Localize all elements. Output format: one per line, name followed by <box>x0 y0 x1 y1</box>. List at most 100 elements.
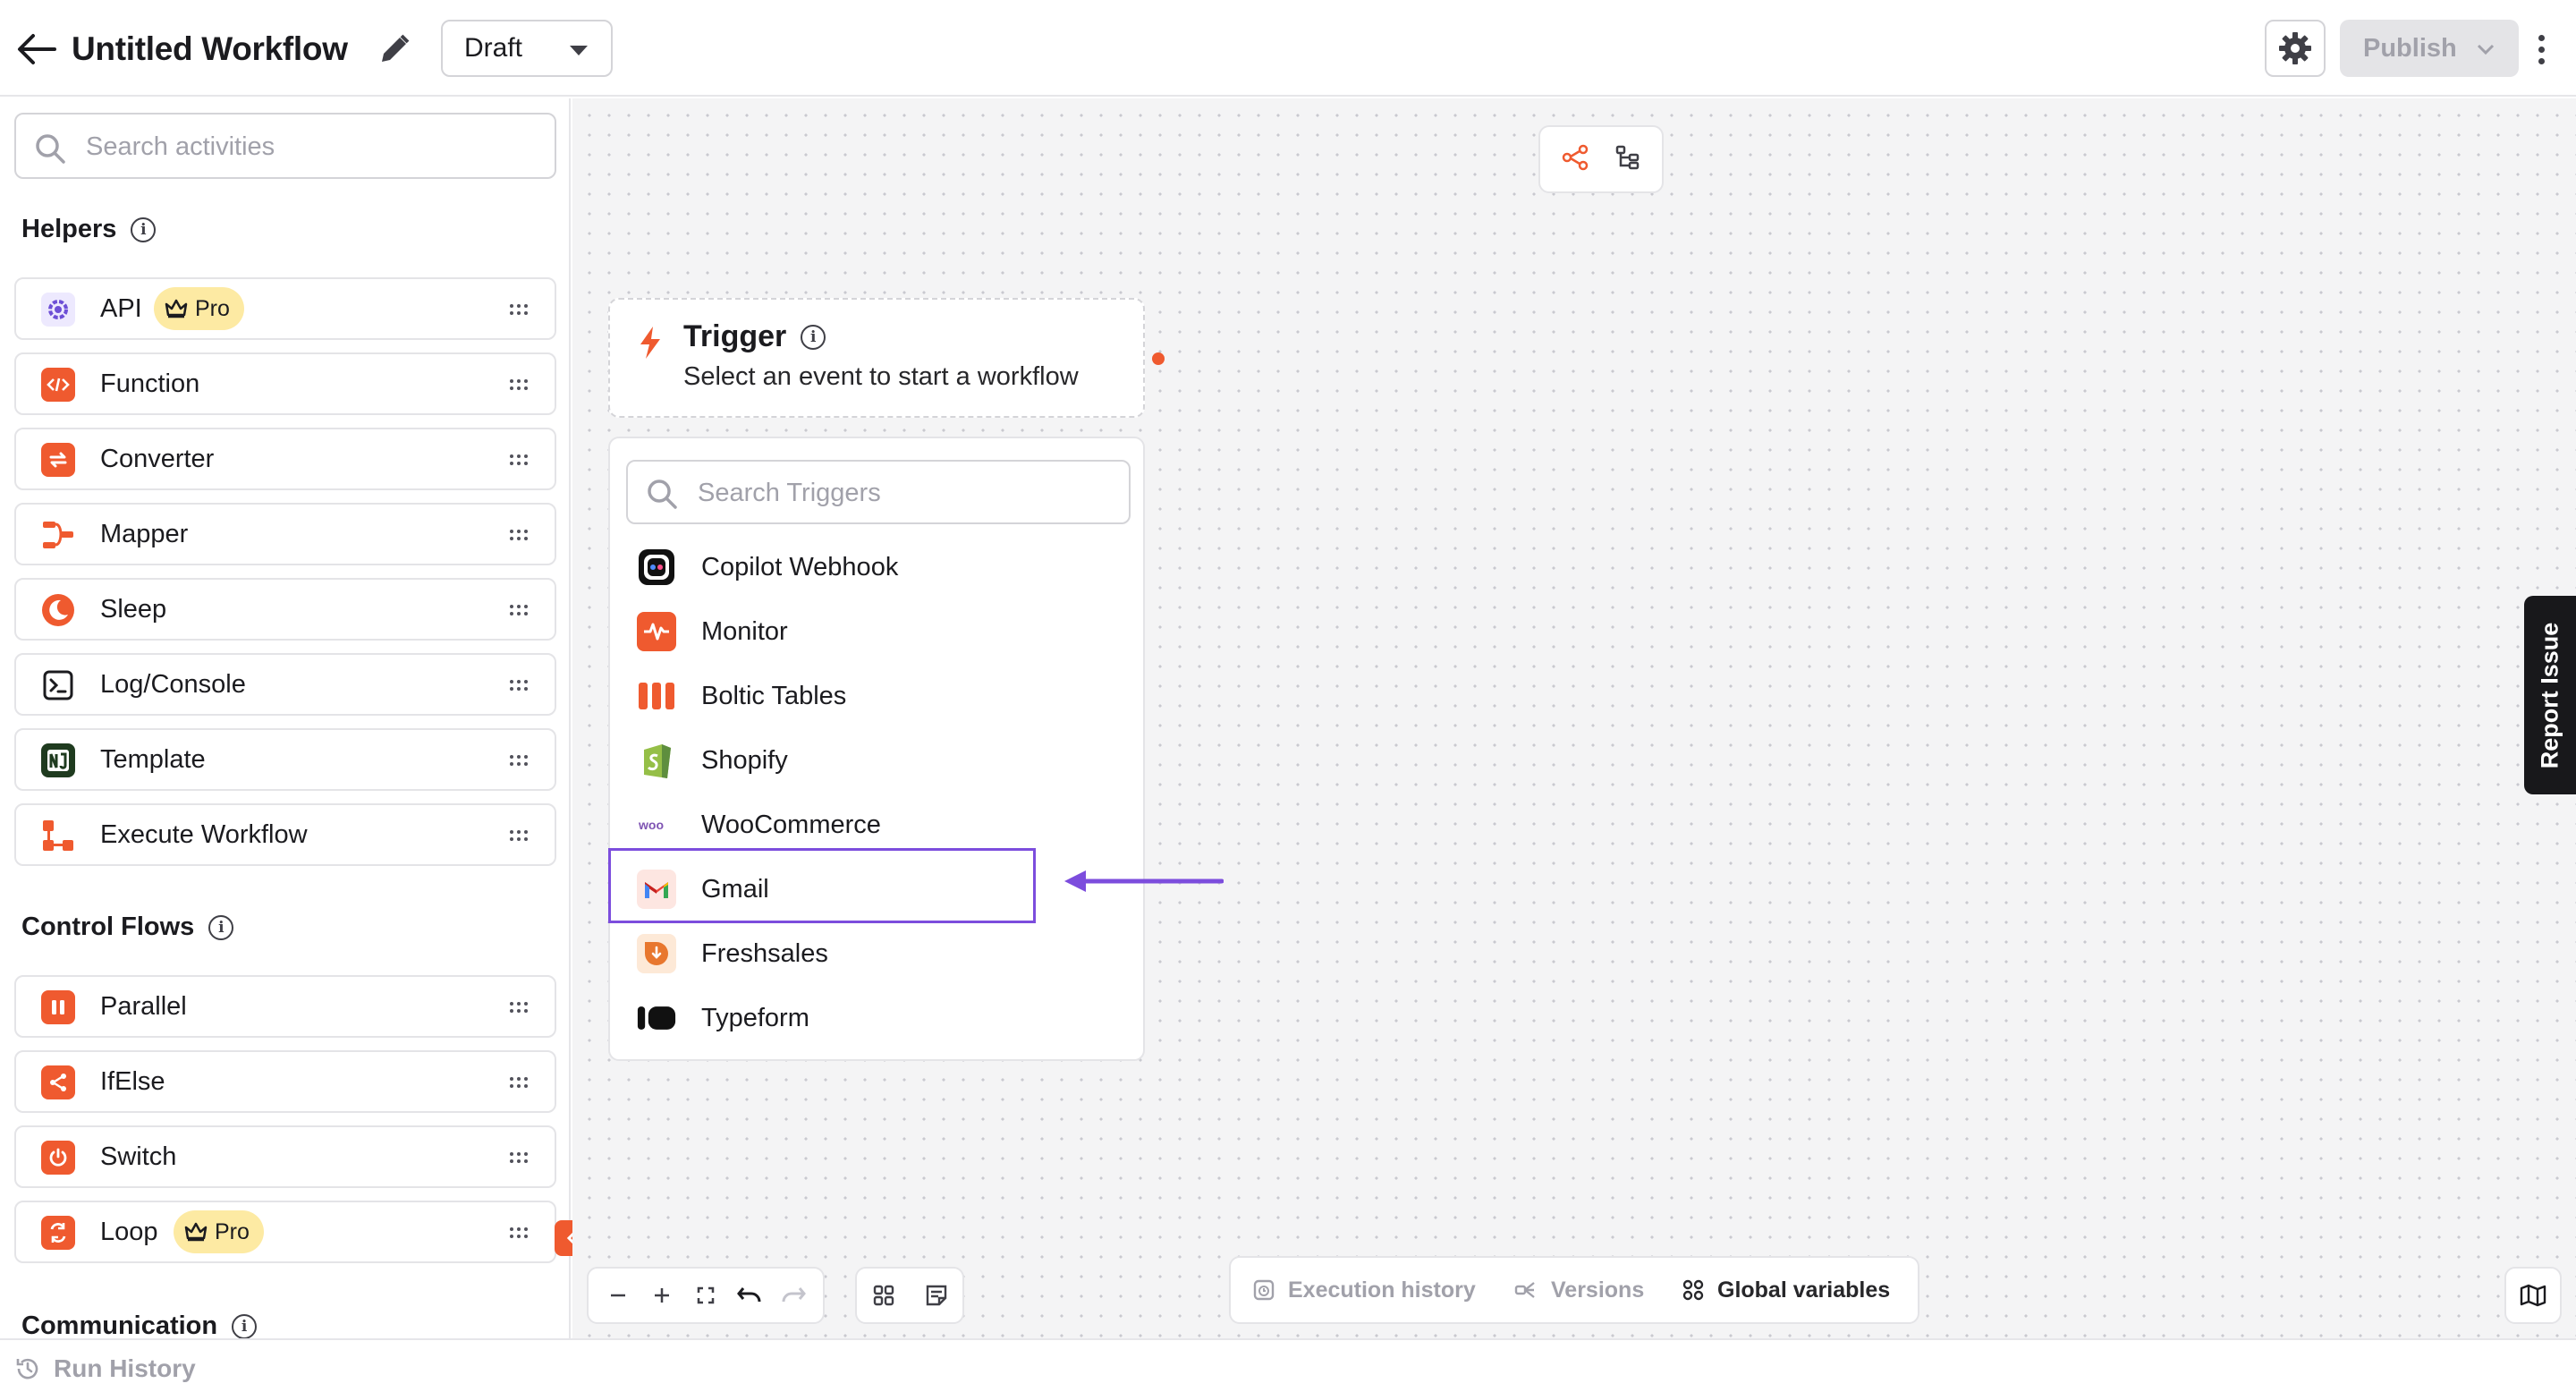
activity-api[interactable]: API Pro <box>14 277 556 340</box>
crown-icon <box>165 299 188 318</box>
tree-view-icon[interactable] <box>1614 144 1641 175</box>
activity-function[interactable]: Function <box>14 352 556 415</box>
pro-badge: Pro <box>154 287 244 330</box>
flow-view-icon[interactable] <box>1562 143 1590 176</box>
drag-handle-icon[interactable] <box>510 1077 528 1088</box>
info-icon[interactable]: i <box>131 216 157 242</box>
activity-parallel[interactable]: Parallel <box>14 975 556 1038</box>
fit-view-icon[interactable] <box>688 1277 724 1313</box>
grid-layout-icon[interactable] <box>866 1277 902 1313</box>
api-gear-icon <box>41 293 75 327</box>
terminal-icon <box>41 668 75 702</box>
trigger-picker: Copilot Webhook Monitor Boltic Tables Sh… <box>608 437 1145 1061</box>
search-activities-input[interactable] <box>86 127 533 166</box>
trigger-option-monitor[interactable]: Monitor <box>610 599 1143 664</box>
trigger-option-copilot-webhook[interactable]: Copilot Webhook <box>610 535 1143 599</box>
settings-button[interactable] <box>2265 20 2326 77</box>
trigger-option-shopify[interactable]: Shopify <box>610 728 1143 793</box>
trigger-option-typeform[interactable]: Typeform <box>610 986 1143 1050</box>
edit-pencil-icon[interactable] <box>374 29 415 70</box>
trigger-node[interactable]: Trigger i Select an event to start a wor… <box>608 298 1145 418</box>
activities-sidebar: Helpers i API Pro Function Converter <box>0 98 571 1338</box>
activity-label: Converter <box>100 444 215 473</box>
activity-sleep[interactable]: Sleep <box>14 578 556 641</box>
search-triggers-input[interactable] <box>698 474 1118 512</box>
shopify-icon <box>637 741 676 780</box>
pro-badge-label: Pro <box>195 295 230 321</box>
tab-execution-history[interactable]: Execution history <box>1252 1277 1476 1303</box>
info-icon[interactable]: i <box>232 1313 258 1338</box>
history-icon <box>1253 1279 1275 1301</box>
activity-log-console[interactable]: Log/Console <box>14 653 556 716</box>
drag-handle-icon[interactable] <box>510 1152 528 1163</box>
activity-mapper[interactable]: Mapper <box>14 503 556 565</box>
zoom-out-icon[interactable] <box>600 1277 636 1313</box>
back-arrow-icon[interactable] <box>14 27 59 72</box>
search-triggers <box>626 460 1131 524</box>
drag-handle-icon[interactable] <box>510 680 528 691</box>
activity-loop[interactable]: Loop Pro <box>14 1201 556 1263</box>
activity-ifelse[interactable]: IfElse <box>14 1050 556 1113</box>
activity-label: API <box>100 293 142 323</box>
activity-converter[interactable]: Converter <box>14 428 556 490</box>
activity-label: Loop <box>100 1217 158 1246</box>
zoom-in-icon[interactable] <box>644 1277 680 1313</box>
trigger-title: Trigger i <box>683 319 826 354</box>
tab-label: Global variables <box>1717 1277 1891 1303</box>
activity-label: Switch <box>100 1142 177 1171</box>
footer-bar: Run History <box>0 1338 2576 1392</box>
drag-handle-icon[interactable] <box>510 830 528 841</box>
more-options-icon[interactable] <box>2528 27 2555 72</box>
drag-handle-icon[interactable] <box>510 755 528 766</box>
undo-icon[interactable] <box>732 1277 767 1313</box>
section-title: Communication <box>21 1311 218 1338</box>
sticky-note-icon[interactable] <box>919 1277 954 1313</box>
drag-handle-icon[interactable] <box>510 304 528 315</box>
info-icon[interactable]: i <box>801 324 826 350</box>
canvas-tools <box>855 1267 964 1324</box>
drag-handle-icon[interactable] <box>510 605 528 615</box>
woocommerce-icon: woo <box>637 805 676 845</box>
workflow-title: Untitled Workflow <box>72 30 348 67</box>
run-history-button[interactable]: Run History <box>14 1354 196 1383</box>
redo-icon[interactable] <box>775 1277 811 1313</box>
view-toggle <box>1538 125 1664 193</box>
trigger-option-label: Copilot Webhook <box>701 552 899 581</box>
pro-badge: Pro <box>174 1210 264 1253</box>
template-icon <box>41 743 75 777</box>
drag-handle-icon[interactable] <box>510 1227 528 1238</box>
activity-label: IfElse <box>100 1066 165 1096</box>
publish-button[interactable]: Publish <box>2340 20 2519 77</box>
connection-handle[interactable] <box>1152 352 1165 365</box>
search-activities <box>14 113 556 179</box>
trigger-option-label: Freshsales <box>701 938 828 968</box>
trigger-option-freshsales[interactable]: Freshsales <box>610 921 1143 986</box>
report-issue-label: Report Issue <box>2536 622 2563 768</box>
trigger-option-boltic-tables[interactable]: Boltic Tables <box>610 664 1143 728</box>
chevron-down-icon <box>570 46 588 55</box>
status-select-value: Draft <box>464 33 523 63</box>
info-icon[interactable]: i <box>208 914 234 940</box>
minimap-button[interactable] <box>2504 1267 2562 1324</box>
trigger-option-label: WooCommerce <box>701 810 881 839</box>
drag-handle-icon[interactable] <box>510 379 528 390</box>
drag-handle-icon[interactable] <box>510 530 528 540</box>
drag-handle-icon[interactable] <box>510 454 528 465</box>
section-title: Helpers <box>21 215 117 243</box>
drag-handle-icon[interactable] <box>510 1002 528 1013</box>
trigger-title-text: Trigger <box>683 319 787 353</box>
tab-global-variables[interactable]: Global variables <box>1682 1277 1890 1303</box>
history-clock-icon <box>16 1358 38 1379</box>
bottom-panel-tabs: Execution history Versions Global variab… <box>1229 1256 1919 1324</box>
pro-badge-label: Pro <box>215 1218 250 1244</box>
activity-label: Mapper <box>100 519 189 548</box>
activity-execute-workflow[interactable]: Execute Workflow <box>14 803 556 866</box>
activity-switch[interactable]: Switch <box>14 1125 556 1188</box>
trigger-option-label: Typeform <box>701 1003 809 1032</box>
status-select[interactable]: Draft <box>441 20 613 77</box>
report-issue-button[interactable]: Report Issue <box>2524 596 2576 794</box>
tab-versions[interactable]: Versions <box>1513 1277 1644 1303</box>
trigger-option-label: Monitor <box>701 616 788 646</box>
activity-label: Function <box>100 369 200 398</box>
activity-template[interactable]: Template <box>14 728 556 791</box>
